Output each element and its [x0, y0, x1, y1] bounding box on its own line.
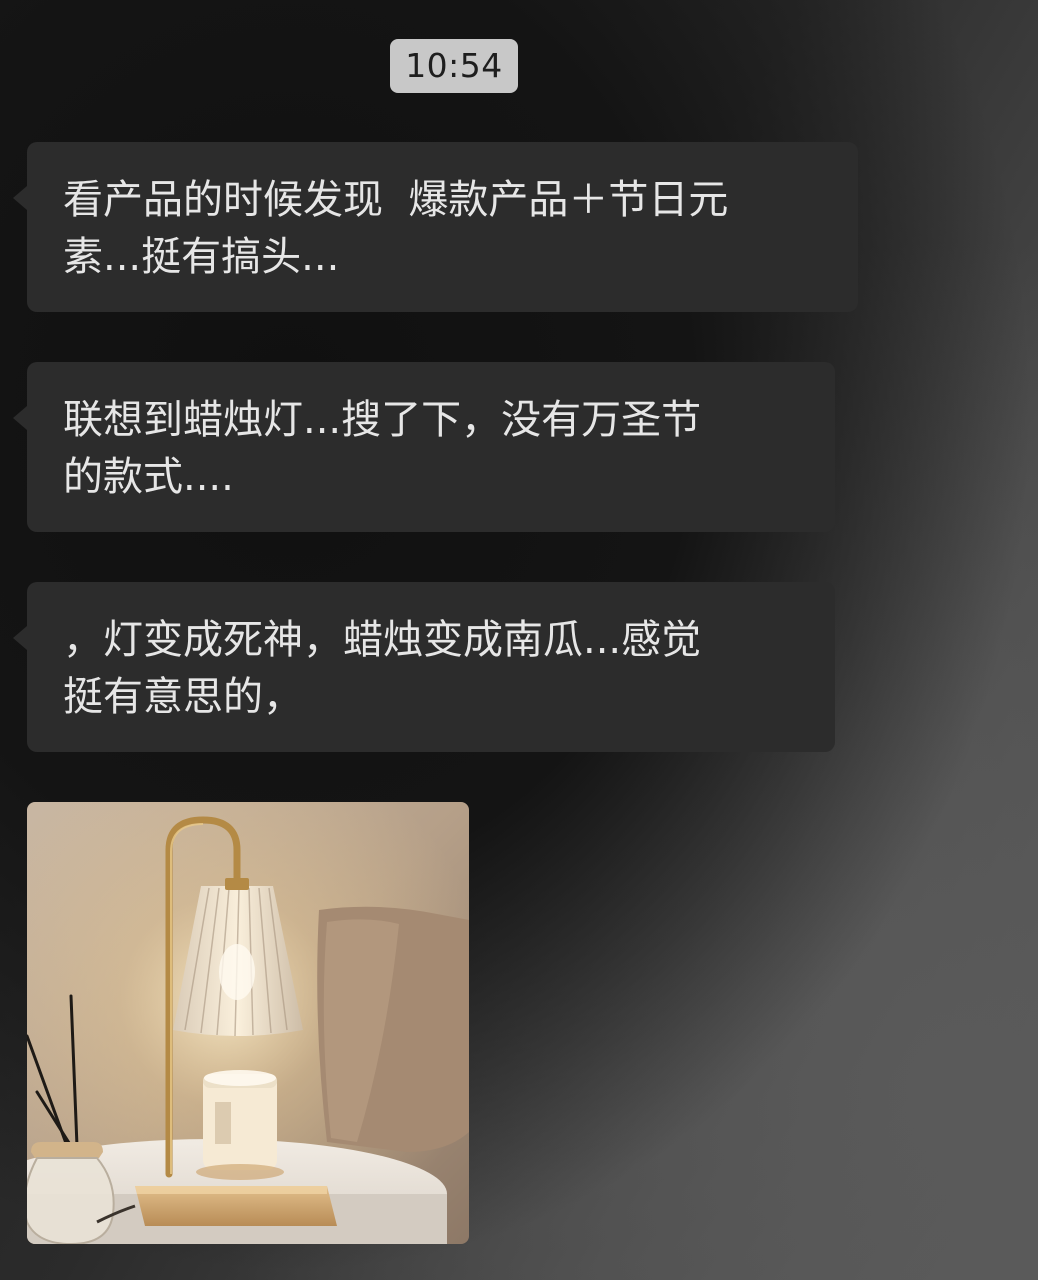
message-bubble[interactable]: 看产品的时候发现 爆款产品＋节日元 素...挺有搞头...: [13, 142, 858, 312]
message-bubble[interactable]: ，灯变成死神，蜡烛变成南瓜...感觉 挺有意思的，: [13, 582, 835, 752]
message-timestamp: 10:54: [390, 39, 518, 93]
image-message[interactable]: [27, 802, 469, 1244]
chat-screen: 10:54 看产品的时候发现 爆款产品＋节日元 素...挺有搞头... 联想到蜡…: [0, 0, 1038, 1280]
candle-lamp-photo: [27, 802, 469, 1244]
message-bubble[interactable]: 联想到蜡烛灯...搜了下，没有万圣节 的款式....: [13, 362, 835, 532]
